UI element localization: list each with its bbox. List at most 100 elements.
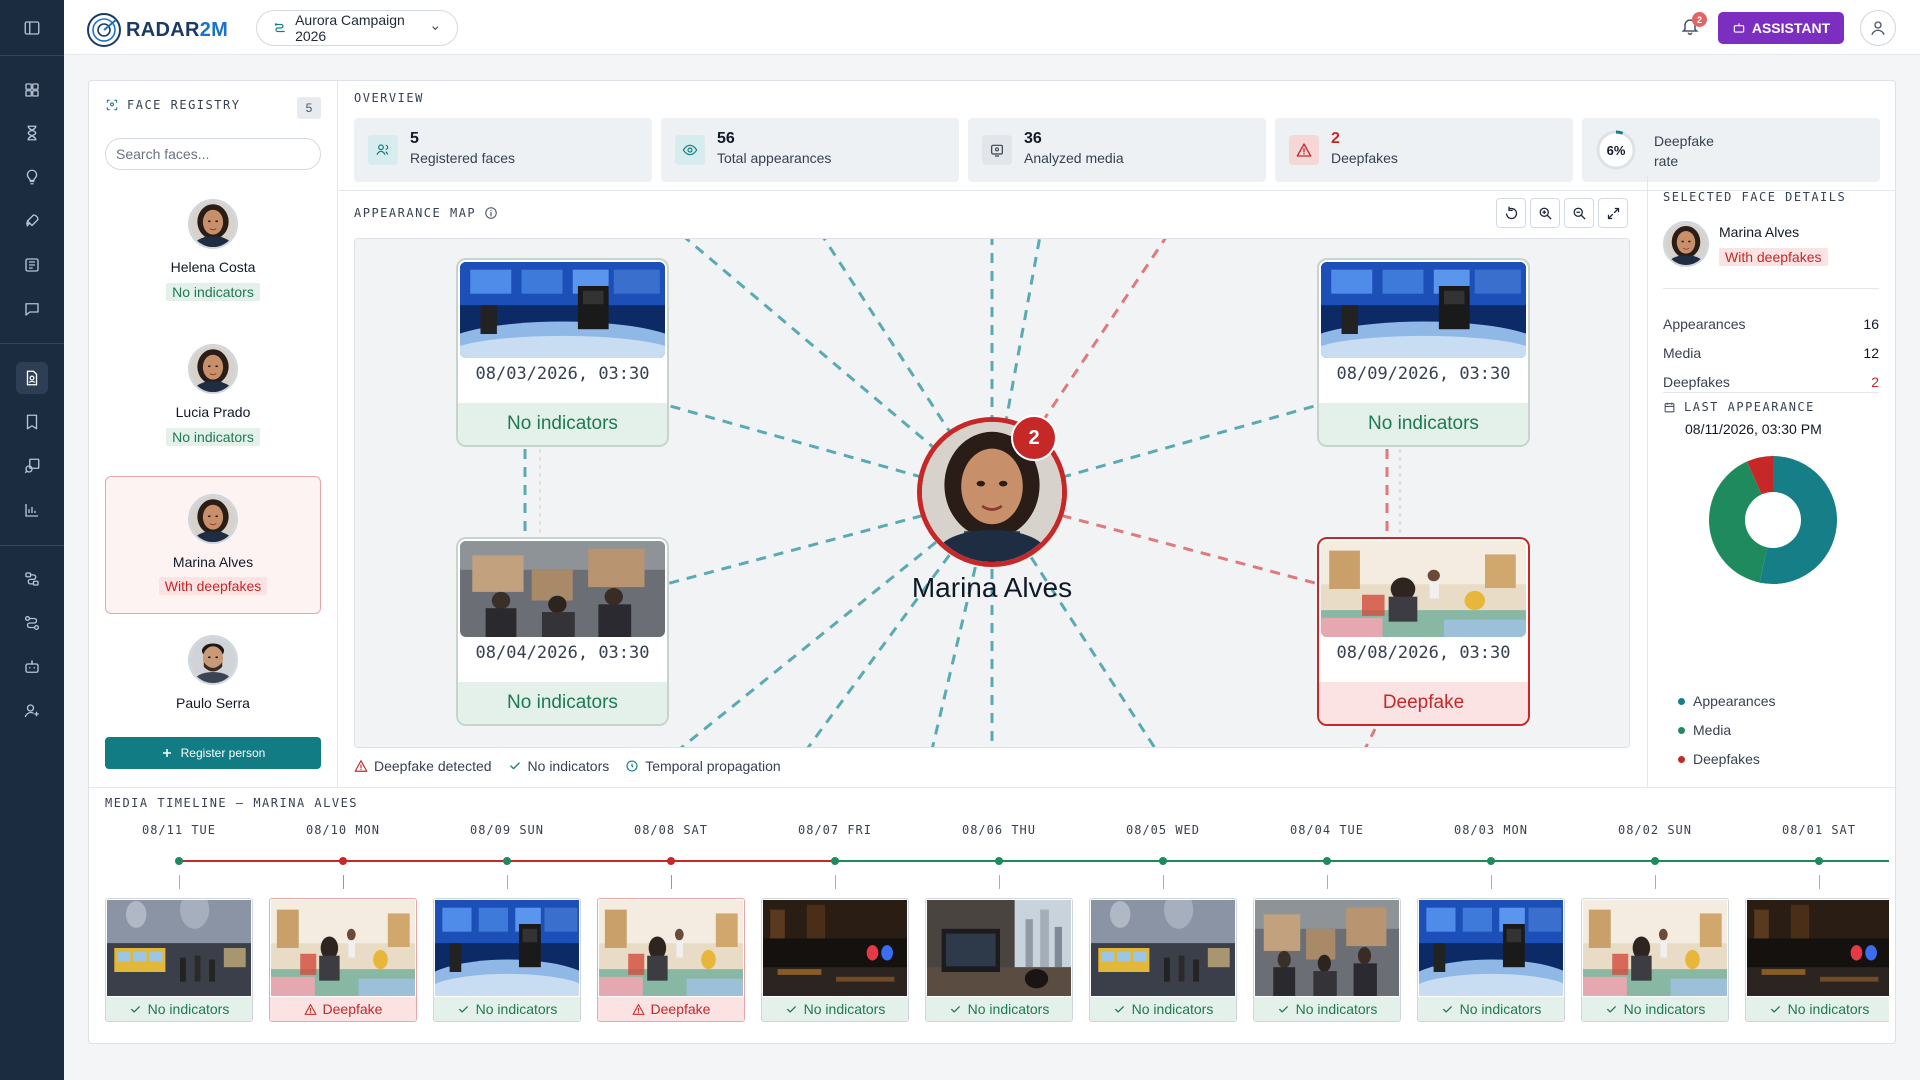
timeline-dot[interactable] [1815,857,1823,865]
timeline-media-card[interactable]: No indicators [761,898,909,1022]
timeline-segment [507,860,671,862]
zoom-out-button[interactable] [1564,198,1594,228]
center-face-name: Marina Alves [911,572,1073,603]
map-node-0808[interactable]: 08/08/2026, 03:30 Deepfake [1317,537,1530,726]
timeline-dot[interactable] [339,857,347,865]
stat-value: 5 [410,130,419,147]
image-search-icon[interactable] [16,450,48,482]
face-count-badge: 5 [297,97,321,119]
node-date: 08/03/2026, 03:30 [475,364,650,384]
timeline-dot[interactable] [1651,857,1659,865]
check-icon [1277,1003,1290,1016]
face-search-input[interactable] [105,138,321,170]
timeline-dot[interactable] [1323,857,1331,865]
info-icon[interactable] [484,206,498,220]
timeline-media-card[interactable]: No indicators [1253,898,1401,1022]
user-menu-button[interactable] [1860,10,1896,46]
timeline-media-card[interactable]: No indicators [1089,898,1237,1022]
reset-view-button[interactable] [1496,198,1526,228]
timeline-dot[interactable] [667,857,675,865]
warning-icon [354,759,368,773]
row-value: 16 [1863,316,1879,332]
node-status: No indicators [458,682,667,724]
media-status-label: No indicators [803,1001,886,1017]
workflow-icon[interactable] [16,563,48,595]
chat-icon[interactable] [16,293,48,325]
face-card-marina-alves[interactable]: Marina Alves With deepfakes [105,476,321,614]
timeline-dot[interactable] [175,857,183,865]
node-status: Deepfake [1319,682,1528,724]
lightbulb-icon[interactable] [16,161,48,193]
campaign-icon [274,23,285,33]
map-node-0803[interactable]: 08/03/2026, 03:30 No indicators [456,258,669,447]
eye-icon [675,135,705,165]
timeline-dot[interactable] [1159,857,1167,865]
assistant-label: ASSISTANT [1751,20,1831,36]
legend-label: Media [1693,722,1732,738]
add-user-icon[interactable] [16,695,48,727]
timeline-segment [835,860,999,862]
map-node-0809[interactable]: 08/09/2026, 03:30 No indicators [1317,258,1530,447]
details-row-appearances: Appearances 16 [1663,316,1879,332]
stat-value: 56 [717,130,735,147]
logo-accent: 2M [199,18,229,41]
sidebar-toggle-icon[interactable] [16,12,48,44]
timeline-media-card[interactable]: No indicators [1417,898,1565,1022]
check-icon [949,1003,962,1016]
timeline-media-card[interactable]: Deepfake [597,898,745,1022]
timeline-media-card[interactable]: No indicators [1581,898,1729,1022]
timeline-dot[interactable] [1487,857,1495,865]
timeline-dot[interactable] [831,857,839,865]
fullscreen-button[interactable] [1598,198,1628,228]
media-timeline[interactable]: 08/11 TUE No indicators 08/10 MON Deepfake 0… [105,823,1889,1033]
register-person-label: Register person [180,746,266,760]
assistant-button[interactable]: ASSISTANT [1718,12,1844,44]
timeline-media-card[interactable]: No indicators [105,898,253,1022]
face-card-helena-costa[interactable]: Helena Costa No indicators [105,199,321,337]
media-status: No indicators [926,997,1072,1021]
bar-chart-icon[interactable] [16,494,48,526]
timeline-day-label: 08/08 SAT [633,823,709,837]
newspaper-icon[interactable] [16,249,48,281]
media-status: No indicators [1418,997,1564,1021]
media-status-label: No indicators [1623,1001,1706,1017]
media-thumbnail [1747,900,1889,996]
donut-legend-deepfakes: Deepfakes [1678,751,1760,767]
notification-count-badge: 2 [1692,12,1707,27]
timeline-dot[interactable] [503,857,511,865]
face-document-icon[interactable] [16,362,48,394]
route-icon[interactable] [16,607,48,639]
campaign-selector[interactable]: Aurora Campaign 2026 [256,10,458,46]
face-registry-header: FACE REGISTRY [105,98,240,112]
legend-dot [1678,697,1685,705]
timeline-dot[interactable] [995,857,1003,865]
zoom-in-button[interactable] [1530,198,1560,228]
legend-dot [1678,755,1685,763]
avatar [1663,221,1709,267]
register-person-button[interactable]: Register person [105,737,321,769]
timeline-tick [1655,875,1656,889]
hourglass-icon[interactable] [16,117,48,149]
appearance-map-canvas[interactable]: 08/03/2026, 03:30 No indicators 08/09/20… [354,238,1630,748]
chevron-down-icon [432,26,439,31]
status-badge: No indicators [166,428,260,446]
map-node-0804[interactable]: 08/04/2026, 03:30 No indicators [456,537,669,726]
top-bar: RADAR2M Aurora Campaign 2026 2 ASSISTANT [64,0,1920,55]
timeline-media-card[interactable]: No indicators [925,898,1073,1022]
timeline-media-card[interactable]: Deepfake [269,898,417,1022]
app-logo[interactable]: RADAR2M [86,12,228,48]
face-card-lucia-prado[interactable]: Lucia Prado No indicators [105,344,321,482]
details-row-media: Media 12 [1663,345,1879,361]
timeline-media-card[interactable]: No indicators [433,898,581,1022]
check-icon [1113,1003,1126,1016]
media-thumbnail [460,262,665,358]
legend-deepfake: Deepfake detected [374,758,492,774]
rocket-icon[interactable] [16,205,48,237]
media-thumbnail [1321,541,1526,637]
stat-total-appearances: 56 Total appearances [661,118,959,182]
robot-icon[interactable] [16,651,48,683]
dashboard-icon[interactable] [16,74,48,106]
bookmark-icon[interactable] [16,406,48,438]
notifications-button[interactable]: 2 [1680,12,1707,36]
timeline-media-card[interactable]: No indicators [1745,898,1889,1022]
